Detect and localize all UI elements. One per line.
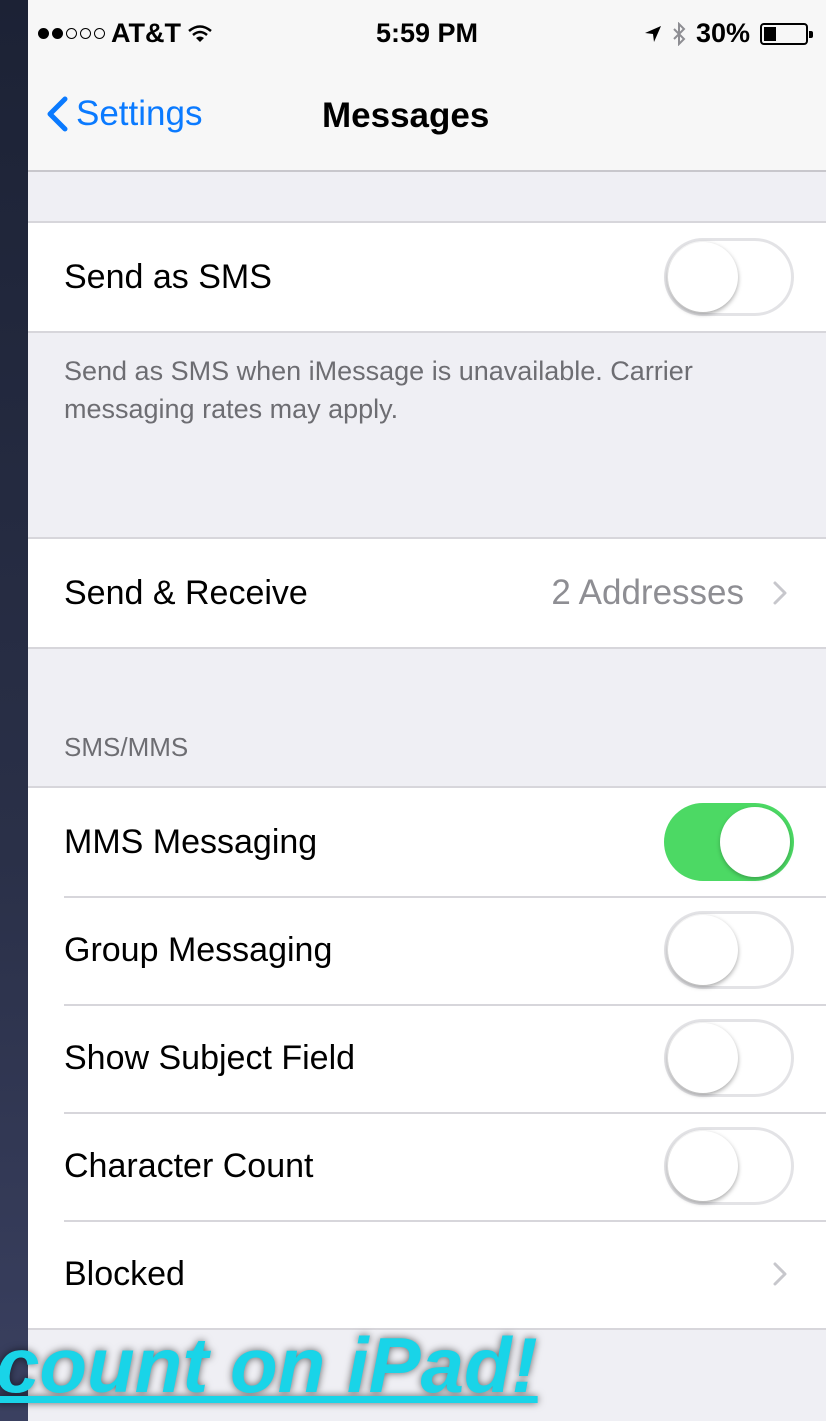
mms-messaging-toggle[interactable] (664, 803, 794, 881)
bluetooth-icon (673, 21, 686, 46)
toggle-knob (668, 1131, 738, 1201)
mms-messaging-label: MMS Messaging (64, 823, 318, 861)
chevron-right-icon (773, 581, 787, 605)
character-count-toggle[interactable] (664, 1127, 794, 1205)
show-subject-field-row: Show Subject Field (28, 1004, 826, 1112)
sms-mms-group: MMS Messaging Group Messaging Show Subje… (28, 786, 826, 1330)
toggle-knob (668, 1023, 738, 1093)
send-receive-label: Send & Receive (64, 574, 308, 612)
send-as-sms-row: Send as SMS (28, 223, 826, 331)
group-messaging-label: Group Messaging (64, 931, 333, 969)
show-subject-field-toggle[interactable] (664, 1019, 794, 1097)
group-messaging-toggle[interactable] (664, 911, 794, 989)
battery-icon (760, 22, 813, 45)
location-arrow-icon (644, 25, 661, 42)
chevron-left-icon (47, 96, 68, 132)
page-title: Messages (322, 96, 490, 135)
toggle-knob (668, 915, 738, 985)
back-button[interactable]: Settings (46, 94, 202, 134)
back-label: Settings (76, 94, 203, 133)
navigation-bar: Settings Messages (28, 66, 826, 172)
send-receive-detail: 2 Addresses (551, 573, 744, 612)
send-as-sms-toggle[interactable] (664, 238, 794, 316)
character-count-row: Character Count (28, 1112, 826, 1220)
show-subject-field-label: Show Subject Field (64, 1039, 356, 1077)
battery-percent: 30% (695, 18, 750, 48)
send-as-sms-group: Send as SMS (28, 221, 826, 333)
phone-screen: AT&T 5:59 PM 30% Settings Messages Send … (28, 0, 826, 1421)
group-messaging-row: Group Messaging (28, 896, 826, 1004)
promo-caption: count on iPad! (0, 1321, 538, 1409)
send-receive-group: Send & Receive 2 Addresses (28, 537, 826, 649)
sms-mms-section-header: SMS/MMS (64, 732, 189, 762)
character-count-label: Character Count (64, 1147, 314, 1185)
chevron-right-icon (773, 1262, 787, 1286)
send-as-sms-label: Send as SMS (64, 258, 272, 296)
send-receive-row[interactable]: Send & Receive 2 Addresses (28, 539, 826, 647)
status-bar: AT&T 5:59 PM 30% (28, 0, 826, 66)
mms-messaging-row: MMS Messaging (28, 788, 826, 896)
status-right: 30% (644, 18, 813, 49)
toggle-knob (720, 807, 790, 877)
toggle-knob (668, 242, 738, 312)
send-as-sms-footer: Send as SMS when iMessage is unavailable… (64, 356, 693, 424)
